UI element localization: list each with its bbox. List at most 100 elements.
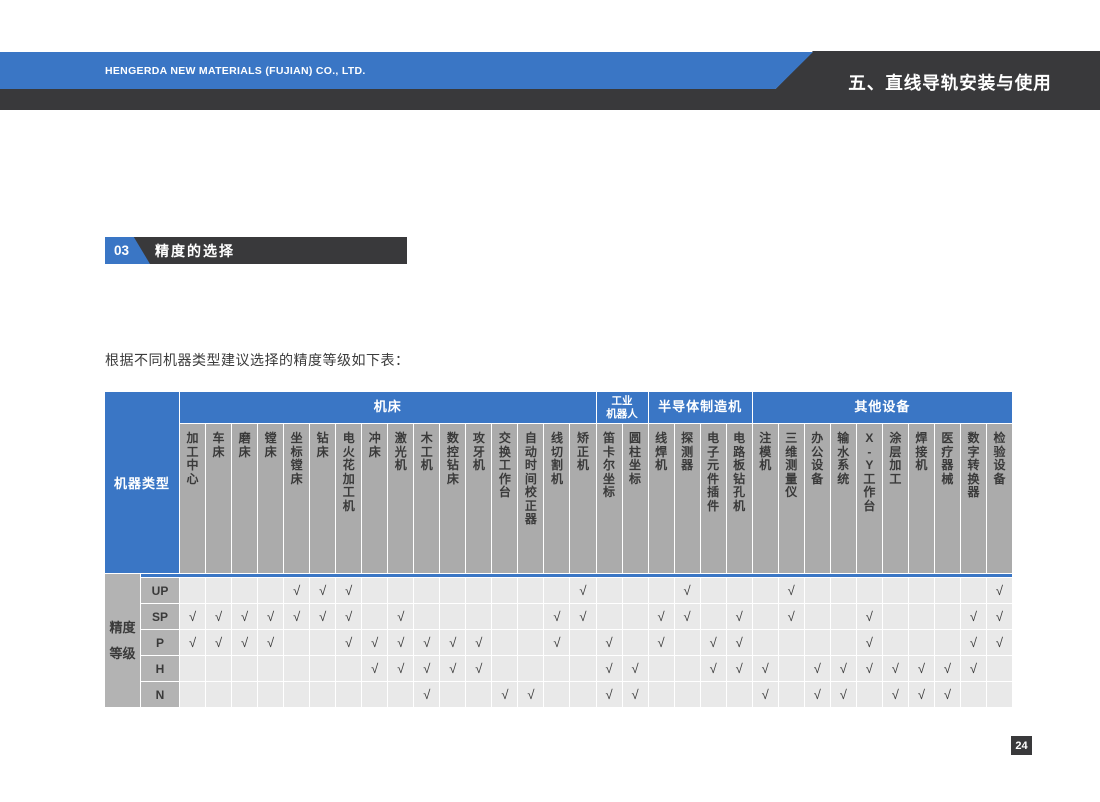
check-mark: √ — [736, 609, 743, 624]
check-mark: √ — [319, 583, 326, 598]
table-cell — [518, 604, 543, 629]
check-mark: √ — [527, 687, 534, 702]
check-mark: √ — [866, 635, 873, 650]
table-cell — [805, 630, 830, 655]
table-column-header: 输水系统 — [831, 424, 856, 573]
table-cell: √ — [883, 656, 908, 681]
table-cell — [570, 682, 595, 707]
table-cell: √ — [388, 604, 413, 629]
table-column-header: 笛卡尔坐标 — [597, 424, 622, 573]
table-cell — [232, 578, 257, 603]
table-cell: √ — [675, 604, 700, 629]
table-column-header: 圆柱坐标 — [623, 424, 648, 573]
table-cell — [909, 630, 934, 655]
company-name: HENGERDA NEW MATERIALS (FUJIAN) CO., LTD… — [105, 65, 366, 77]
table-cell — [961, 682, 986, 707]
check-mark: √ — [762, 687, 769, 702]
table-cell: √ — [232, 604, 257, 629]
table-cell — [544, 578, 569, 603]
table-row-label: H — [141, 656, 179, 681]
table-cell: √ — [180, 630, 205, 655]
table-cell — [701, 604, 726, 629]
table-cell — [623, 604, 648, 629]
table-cell — [284, 656, 309, 681]
check-mark: √ — [293, 609, 300, 624]
check-mark: √ — [892, 661, 899, 676]
table-group-header: 机床 — [180, 392, 596, 423]
table-cell — [753, 630, 778, 655]
table-cell: √ — [857, 604, 882, 629]
check-mark: √ — [944, 687, 951, 702]
table-cell — [805, 604, 830, 629]
check-mark: √ — [345, 609, 352, 624]
table-group-header: 其他设备 — [753, 392, 1012, 423]
table-cell: √ — [440, 630, 465, 655]
table-cell — [987, 682, 1012, 707]
table-cell — [727, 682, 752, 707]
table-column-header: 冲床 — [362, 424, 387, 573]
table-cell: √ — [362, 630, 387, 655]
table-cell: √ — [649, 604, 674, 629]
page-number: 24 — [1011, 736, 1032, 755]
table-column-header: 线切割机 — [544, 424, 569, 573]
check-mark: √ — [267, 609, 274, 624]
check-mark: √ — [423, 635, 430, 650]
table-cell — [440, 578, 465, 603]
chapter-title: 五、直线导轨安装与使用 — [800, 51, 1100, 110]
table-cell — [909, 578, 934, 603]
check-mark: √ — [293, 583, 300, 598]
check-mark: √ — [710, 635, 717, 650]
check-mark: √ — [892, 687, 899, 702]
table-cell: √ — [623, 656, 648, 681]
table-cell — [544, 682, 569, 707]
check-mark: √ — [241, 635, 248, 650]
check-mark: √ — [189, 635, 196, 650]
table-cell: √ — [466, 630, 491, 655]
table-cell — [753, 604, 778, 629]
table-cell — [232, 682, 257, 707]
table-cell — [623, 630, 648, 655]
check-mark: √ — [970, 635, 977, 650]
check-mark: √ — [189, 609, 196, 624]
table-column-header: 数控钻床 — [440, 424, 465, 573]
check-mark: √ — [918, 661, 925, 676]
check-mark: √ — [866, 661, 873, 676]
table-cell — [779, 630, 804, 655]
table-cell — [987, 656, 1012, 681]
table-column-header: 电火花加工机 — [336, 424, 361, 573]
table-cell — [206, 656, 231, 681]
check-mark: √ — [475, 661, 482, 676]
table-cell: √ — [310, 604, 335, 629]
table-cell: √ — [961, 656, 986, 681]
table-column-header: 激光机 — [388, 424, 413, 573]
table-column-header: 加工中心 — [180, 424, 205, 573]
table-cell: √ — [857, 630, 882, 655]
table-cell — [388, 578, 413, 603]
check-mark: √ — [996, 583, 1003, 598]
check-mark: √ — [631, 661, 638, 676]
table-cell — [258, 682, 283, 707]
table-cell — [857, 682, 882, 707]
check-mark: √ — [658, 609, 665, 624]
table-cell: √ — [518, 682, 543, 707]
table-cell — [935, 630, 960, 655]
table-cell: √ — [310, 578, 335, 603]
table-column-header: 医疗器械 — [935, 424, 960, 573]
table-column-header: X-Y工作台 — [857, 424, 882, 573]
table-cell: √ — [414, 630, 439, 655]
table-column-header: 自动时间校正器 — [518, 424, 543, 573]
table-column-header: 检验设备 — [987, 424, 1012, 573]
check-mark: √ — [996, 609, 1003, 624]
check-mark: √ — [267, 635, 274, 650]
table-cell — [466, 578, 491, 603]
check-mark: √ — [605, 661, 612, 676]
table-cell: √ — [180, 604, 205, 629]
table-cell: √ — [961, 604, 986, 629]
table-cell — [935, 604, 960, 629]
check-mark: √ — [215, 609, 222, 624]
table-cell: √ — [805, 682, 830, 707]
table-cell — [258, 578, 283, 603]
table-cell: √ — [857, 656, 882, 681]
table-cell — [649, 682, 674, 707]
check-mark: √ — [944, 661, 951, 676]
